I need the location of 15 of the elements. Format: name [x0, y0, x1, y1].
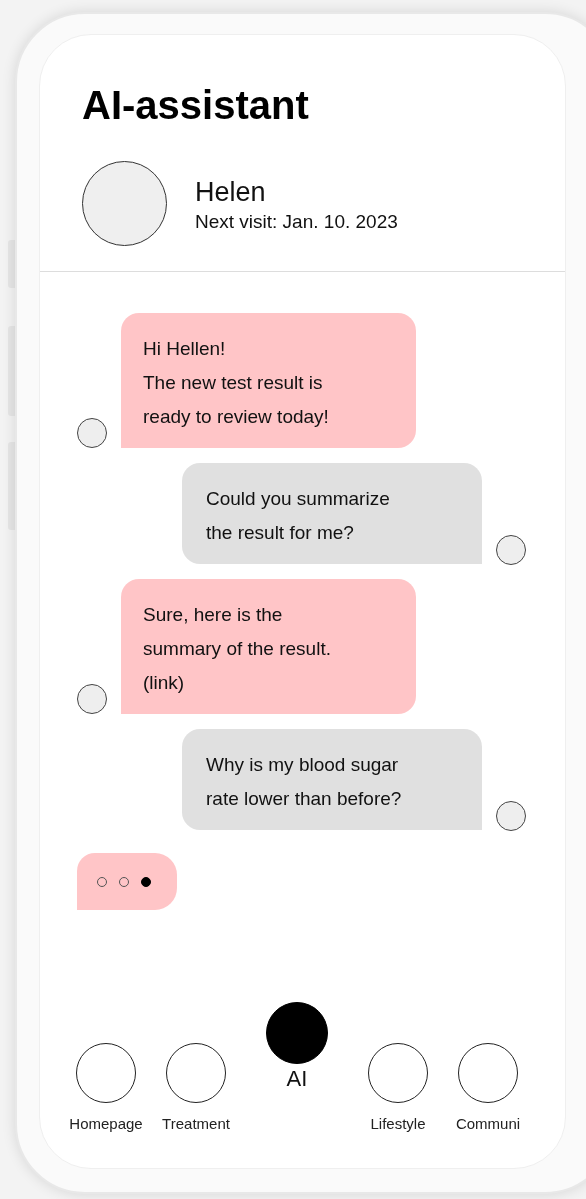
- message-bubble: Hi Hellen! The new test result is ready to review today!: [121, 313, 416, 448]
- nav-tab[interactable]: Treatment: [152, 1043, 240, 1132]
- avatar: [496, 535, 526, 565]
- message-bubble: Sure, here is the summary of the result. (link): [121, 579, 416, 714]
- avatar: [496, 801, 526, 831]
- avatar: [77, 418, 107, 448]
- message-bubble: Why is my blood sugar rate lower than before?: [182, 729, 482, 830]
- patient-name: Helen: [195, 175, 267, 209]
- nav-tab[interactable]: Homepage: [62, 1043, 150, 1132]
- nav-tab[interactable]: Communi: [444, 1043, 532, 1132]
- page-title: AI-assistant: [82, 82, 310, 129]
- message-bubble: Could you summarize the result for me?: [182, 463, 482, 564]
- next-visit: Next visit: Jan. 10. 2023: [195, 210, 398, 233]
- nav-tab[interactable]: Lifestyle: [354, 1043, 442, 1132]
- avatar: [77, 684, 107, 714]
